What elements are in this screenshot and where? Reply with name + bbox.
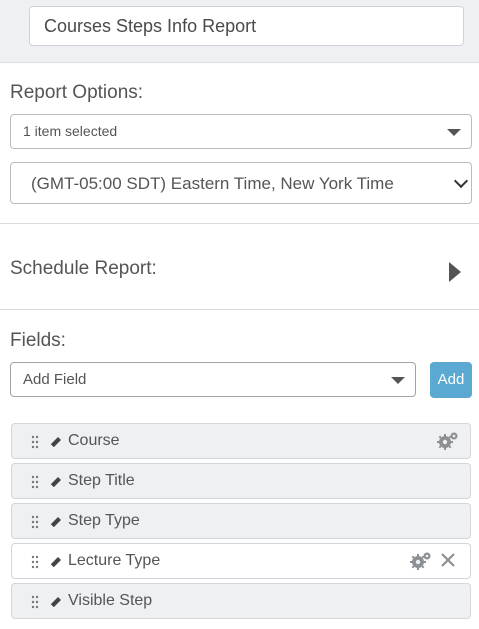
report-options-title: Report Options:	[10, 82, 144, 103]
edit-icon[interactable]	[50, 436, 62, 448]
field-label: Lecture Type	[68, 552, 161, 569]
field-row-step-title[interactable]: Step Title	[11, 463, 471, 499]
drag-handle-icon[interactable]	[31, 475, 39, 490]
timezone-value: (GMT-05:00 SDT) Eastern Time, New York T…	[31, 174, 394, 193]
field-row-course[interactable]: Course	[11, 423, 471, 459]
close-icon[interactable]	[441, 553, 455, 567]
field-label: Visible Step	[68, 592, 153, 609]
schedule-report-title[interactable]: Schedule Report:	[10, 258, 157, 280]
divider	[0, 309, 479, 310]
field-row-visible-step[interactable]: Visible Step	[11, 583, 471, 619]
drag-handle-icon[interactable]	[31, 555, 39, 570]
edit-icon[interactable]	[50, 556, 62, 568]
report-name-input[interactable]: Courses Steps Info Report	[29, 6, 464, 46]
field-label: Course	[68, 432, 120, 449]
report-options-value: 1 item selected	[23, 123, 118, 139]
drag-handle-icon[interactable]	[31, 435, 39, 450]
expand-arrow-icon[interactable]	[449, 262, 461, 282]
fields-title: Fields:	[10, 330, 66, 351]
report-options-select[interactable]: 1 item selected	[10, 114, 472, 149]
field-row-lecture-type[interactable]: Lecture Type	[11, 543, 471, 579]
edit-icon[interactable]	[50, 596, 62, 608]
edit-icon[interactable]	[50, 476, 62, 488]
field-label: Step Type	[68, 512, 140, 529]
drag-handle-icon[interactable]	[31, 595, 39, 610]
timezone-select[interactable]: (GMT-05:00 SDT) Eastern Time, New York T…	[10, 162, 472, 204]
divider	[0, 223, 479, 224]
drag-handle-icon[interactable]	[31, 515, 39, 530]
edit-icon[interactable]	[50, 516, 62, 528]
add-field-select[interactable]: Add Field	[10, 362, 416, 397]
gear-icon[interactable]	[410, 551, 432, 571]
field-label: Step Title	[68, 472, 135, 489]
chevron-down-icon	[391, 377, 405, 384]
add-field-button[interactable]: Add	[430, 362, 472, 398]
chevron-down-icon	[447, 129, 461, 136]
field-row-step-type[interactable]: Step Type	[11, 503, 471, 539]
gear-icon[interactable]	[437, 431, 459, 451]
chevron-down-icon	[453, 173, 469, 189]
add-field-placeholder: Add Field	[23, 371, 87, 388]
